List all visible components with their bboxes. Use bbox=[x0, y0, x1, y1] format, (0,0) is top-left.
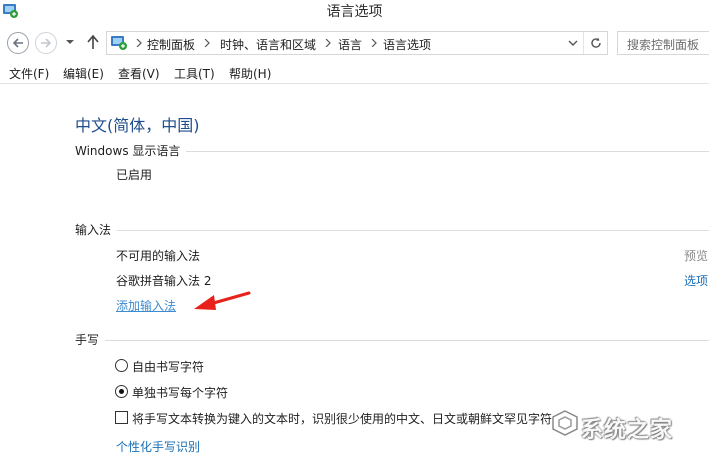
chevron-right-icon[interactable] bbox=[325, 39, 331, 47]
watermark-text: 系统之家 bbox=[581, 418, 674, 443]
display-language-status: 已启用 bbox=[116, 168, 153, 182]
menu-view[interactable]: 查看(V) bbox=[118, 65, 160, 82]
menu-tools[interactable]: 工具(T) bbox=[174, 65, 215, 82]
breadcrumb-language[interactable]: 语言 bbox=[338, 36, 362, 53]
menu-help[interactable]: 帮助(H) bbox=[229, 65, 271, 82]
chevron-down-icon[interactable] bbox=[568, 39, 578, 47]
watermark: 系统之家 bbox=[548, 398, 709, 455]
add-input-method-link[interactable]: 添加输入法 bbox=[116, 297, 176, 314]
section-divider bbox=[75, 340, 709, 341]
recent-locations-dropdown-icon[interactable] bbox=[64, 36, 76, 48]
breadcrumb-control-panel[interactable]: 控制面板 bbox=[147, 36, 195, 53]
radio-single-character-label[interactable]: 单独书写每个字符 bbox=[132, 384, 228, 401]
navigation-bar: 控制面板 时钟、语言和区域 语言 语言选项 搜索控制面板 bbox=[0, 28, 709, 58]
breadcrumb-clock-language-region[interactable]: 时钟、语言和区域 bbox=[220, 36, 316, 53]
arrow-left-icon bbox=[12, 38, 23, 48]
menu-edit[interactable]: 编辑(E) bbox=[63, 65, 104, 82]
title-bar: 语言选项 bbox=[0, 0, 709, 24]
rare-character-checkbox-label[interactable]: 将手写文本转换为键入的文本时，识别很少使用的中文、日文或朝鲜文罕见字符 bbox=[132, 410, 552, 427]
watermark-logo-icon bbox=[552, 410, 578, 436]
arrow-right-icon bbox=[41, 38, 52, 48]
up-arrow-icon[interactable] bbox=[86, 34, 100, 50]
chevron-right-icon[interactable] bbox=[371, 39, 377, 47]
menu-file[interactable]: 文件(F) bbox=[9, 65, 49, 82]
input-method-unavailable: 不可用的输入法 bbox=[116, 249, 201, 263]
control-panel-small-icon bbox=[111, 36, 127, 50]
refresh-button[interactable] bbox=[583, 32, 607, 54]
chevron-right-icon[interactable] bbox=[136, 39, 142, 47]
refresh-icon bbox=[591, 37, 601, 48]
breadcrumb-language-options[interactable]: 语言选项 bbox=[383, 36, 431, 53]
personalize-handwriting-link[interactable]: 个性化手写识别 bbox=[116, 438, 200, 455]
search-placeholder: 搜索控制面板 bbox=[627, 38, 700, 52]
window-title: 语言选项 bbox=[326, 4, 383, 20]
address-box[interactable]: 控制面板 时钟、语言和区域 语言 语言选项 bbox=[106, 31, 608, 55]
forward-button[interactable] bbox=[35, 32, 57, 54]
back-button[interactable] bbox=[7, 32, 29, 54]
menu-bar: 文件(F) 编辑(E) 查看(V) 工具(T) 帮助(H) bbox=[0, 60, 709, 84]
display-language-heading: Windows 显示语言 bbox=[75, 142, 187, 159]
section-divider bbox=[75, 230, 709, 231]
handwriting-heading: 手写 bbox=[75, 331, 106, 348]
radio-single-character[interactable] bbox=[115, 385, 128, 398]
language-title: 中文(简体，中国) bbox=[75, 116, 200, 135]
radio-freeform[interactable] bbox=[115, 359, 128, 372]
rare-character-checkbox[interactable] bbox=[115, 411, 128, 424]
input-method-heading: 输入法 bbox=[75, 221, 118, 238]
chevron-right-icon[interactable] bbox=[204, 39, 210, 47]
radio-freeform-label[interactable]: 自由书写字符 bbox=[132, 358, 204, 375]
options-link[interactable]: 选项 bbox=[684, 272, 708, 289]
preview-link: 预览 bbox=[684, 249, 709, 263]
input-method-google-pinyin: 谷歌拼音输入法 2 bbox=[116, 274, 212, 288]
search-input[interactable]: 搜索控制面板 bbox=[617, 31, 709, 55]
red-arrow-annotation bbox=[194, 291, 251, 310]
